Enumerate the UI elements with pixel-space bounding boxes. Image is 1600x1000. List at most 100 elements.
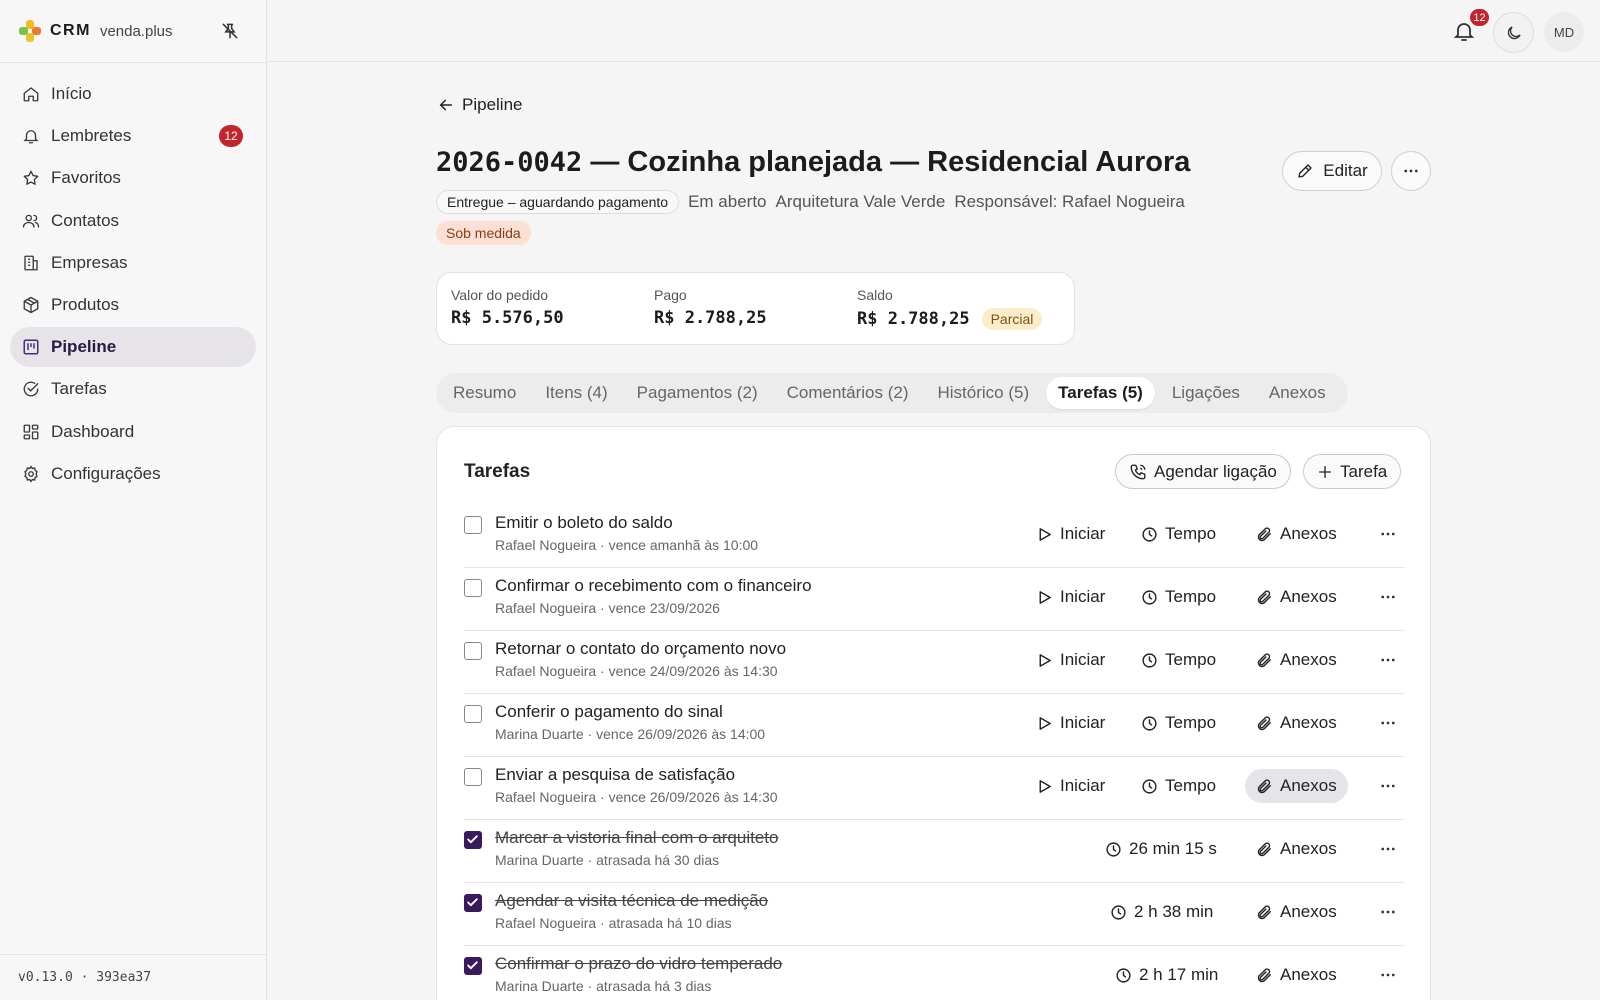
- paperclip-icon: [1257, 715, 1271, 730]
- notifications-badge: 12: [1470, 9, 1489, 26]
- task-title: Agendar a visita técnica de medição: [495, 891, 769, 910]
- tab-historico[interactable]: Histórico (5): [926, 377, 1042, 409]
- sidebar-item-dashboard[interactable]: Dashboard: [10, 412, 256, 452]
- unpin-icon[interactable]: [220, 21, 240, 41]
- sidebar-item-contatos[interactable]: Contatos: [10, 201, 256, 241]
- edit-button[interactable]: Editar: [1282, 151, 1382, 191]
- task-checkbox[interactable]: [464, 768, 482, 786]
- sidebar-item-empresas[interactable]: Empresas: [10, 243, 256, 283]
- clock-icon: [1142, 652, 1157, 668]
- start-task-button[interactable]: Iniciar: [1025, 580, 1116, 614]
- more-horizontal-icon[interactable]: [1379, 903, 1397, 921]
- time-button[interactable]: Tempo: [1130, 517, 1227, 551]
- time-tracked-button[interactable]: 26 min 15 s: [1094, 832, 1228, 866]
- more-horizontal-icon[interactable]: [1379, 777, 1397, 795]
- deal-code: 2026-0042: [436, 147, 583, 178]
- start-label: Iniciar: [1060, 524, 1106, 543]
- sidebar-item-favoritos[interactable]: Favoritos: [10, 158, 256, 198]
- avatar[interactable]: MD: [1544, 12, 1584, 52]
- sidebar-item-label: Lembretes: [51, 126, 132, 146]
- deal-company: Arquitetura Vale Verde: [775, 192, 946, 211]
- time-label: Tempo: [1165, 776, 1217, 795]
- tab-resumo[interactable]: Resumo: [441, 377, 528, 409]
- task-checkbox[interactable]: [464, 705, 482, 723]
- attachments-label: Anexos: [1280, 713, 1337, 732]
- tab-pagamentos[interactable]: Pagamentos (2): [625, 377, 770, 409]
- arrow-left-icon: [439, 99, 453, 111]
- task-checkbox[interactable]: [464, 579, 482, 597]
- task-row: Conferir o pagamento do sinal Marina Dua…: [464, 694, 1405, 757]
- time-button[interactable]: Tempo: [1130, 706, 1227, 740]
- tab-anexos[interactable]: Anexos: [1257, 377, 1338, 409]
- play-icon: [1039, 779, 1051, 793]
- task-checkbox[interactable]: [464, 642, 482, 660]
- time-button[interactable]: Tempo: [1130, 643, 1227, 677]
- attachments-button[interactable]: Anexos: [1245, 580, 1348, 614]
- task-checkbox[interactable]: [464, 894, 482, 912]
- attachments-label: Anexos: [1280, 524, 1337, 543]
- task-title: Marcar a vistoria final com o arquiteto: [495, 828, 779, 847]
- start-task-button[interactable]: Iniciar: [1025, 517, 1116, 551]
- brand-name: CRM: [50, 22, 91, 39]
- stage-chip: Entregue – aguardando pagamento: [436, 190, 680, 214]
- start-task-button[interactable]: Iniciar: [1025, 706, 1116, 740]
- attachments-button[interactable]: Anexos: [1245, 958, 1348, 992]
- start-label: Iniciar: [1060, 776, 1106, 795]
- sidebar-item-label: Pipeline: [51, 337, 117, 357]
- schedule-call-button[interactable]: Agendar ligação: [1115, 454, 1291, 489]
- time-button[interactable]: Tempo: [1130, 769, 1227, 803]
- attachments-button[interactable]: Anexos: [1245, 517, 1348, 551]
- sidebar-item-pipeline[interactable]: Pipeline: [10, 327, 256, 368]
- more-horizontal-icon[interactable]: [1379, 525, 1397, 543]
- more-horizontal-icon[interactable]: [1379, 714, 1397, 732]
- more-horizontal-icon[interactable]: [1379, 966, 1397, 984]
- sidebar-item-produtos[interactable]: Produtos: [10, 285, 256, 325]
- time-tracked-button[interactable]: 2 h 17 min: [1104, 958, 1229, 992]
- task-meta: Rafael Nogueira · vence 23/09/2026: [495, 600, 720, 616]
- attachments-button[interactable]: Anexos: [1245, 895, 1348, 929]
- back-to-pipeline-link[interactable]: Pipeline: [438, 95, 523, 115]
- task-checkbox[interactable]: [464, 831, 482, 849]
- tab-comentarios[interactable]: Comentários (2): [775, 377, 921, 409]
- time-tracked-button[interactable]: 2 h 38 min: [1099, 895, 1224, 929]
- deal-tag: Sob medida: [436, 221, 531, 245]
- add-task-button[interactable]: Tarefa: [1303, 454, 1402, 489]
- tab-itens[interactable]: Itens (4): [533, 377, 619, 409]
- deal-owner: Responsável: Rafael Nogueira: [954, 192, 1185, 211]
- time-label: Tempo: [1165, 524, 1217, 543]
- tab-tarefas[interactable]: Tarefas (5): [1046, 377, 1155, 409]
- task-checkbox[interactable]: [464, 957, 482, 975]
- attachments-button[interactable]: Anexos: [1245, 706, 1348, 740]
- more-actions-button[interactable]: [1391, 151, 1431, 191]
- task-title: Confirmar o prazo do vidro temperado: [495, 954, 783, 973]
- start-task-button[interactable]: Iniciar: [1025, 769, 1116, 803]
- clock-icon: [1142, 778, 1157, 794]
- sidebar: CRM venda.plus Início Lembretes 12 Favor…: [0, 0, 267, 1000]
- attachments-button[interactable]: Anexos: [1245, 643, 1348, 677]
- task-checkbox[interactable]: [464, 516, 482, 534]
- time-tracked: 2 h 38 min: [1134, 902, 1214, 921]
- attachments-button[interactable]: Anexos: [1245, 832, 1348, 866]
- sidebar-item-inicio[interactable]: Início: [10, 74, 256, 114]
- task-meta: Marina Duarte · vence 26/09/2026 às 14:0…: [495, 726, 766, 742]
- task-title: Retornar o contato do orçamento novo: [495, 639, 787, 658]
- more-horizontal-icon[interactable]: [1379, 840, 1397, 858]
- time-button[interactable]: Tempo: [1130, 580, 1227, 614]
- task-row: Retornar o contato do orçamento novo Raf…: [464, 631, 1405, 694]
- start-task-button[interactable]: Iniciar: [1025, 643, 1116, 677]
- more-horizontal-icon[interactable]: [1379, 588, 1397, 606]
- more-horizontal-icon: [1404, 169, 1418, 173]
- clock-icon: [1116, 967, 1131, 983]
- theme-toggle-button[interactable]: [1493, 12, 1534, 53]
- task-title: Enviar a pesquisa de satisfação: [495, 765, 736, 784]
- task-meta: Marina Duarte · atrasada há 3 dias: [495, 978, 712, 994]
- attachments-button[interactable]: Anexos: [1245, 769, 1348, 803]
- sidebar-item-lembretes[interactable]: Lembretes 12: [10, 116, 256, 156]
- task-row: Confirmar o prazo do vidro temperado Mar…: [464, 946, 1405, 1000]
- more-horizontal-icon[interactable]: [1379, 651, 1397, 669]
- tab-ligacoes[interactable]: Ligações: [1160, 377, 1252, 409]
- sidebar-item-configuracoes[interactable]: Configurações: [10, 454, 256, 494]
- sidebar-item-tarefas[interactable]: Tarefas: [10, 369, 256, 409]
- attachments-label: Anexos: [1280, 650, 1337, 669]
- play-icon: [1039, 527, 1051, 541]
